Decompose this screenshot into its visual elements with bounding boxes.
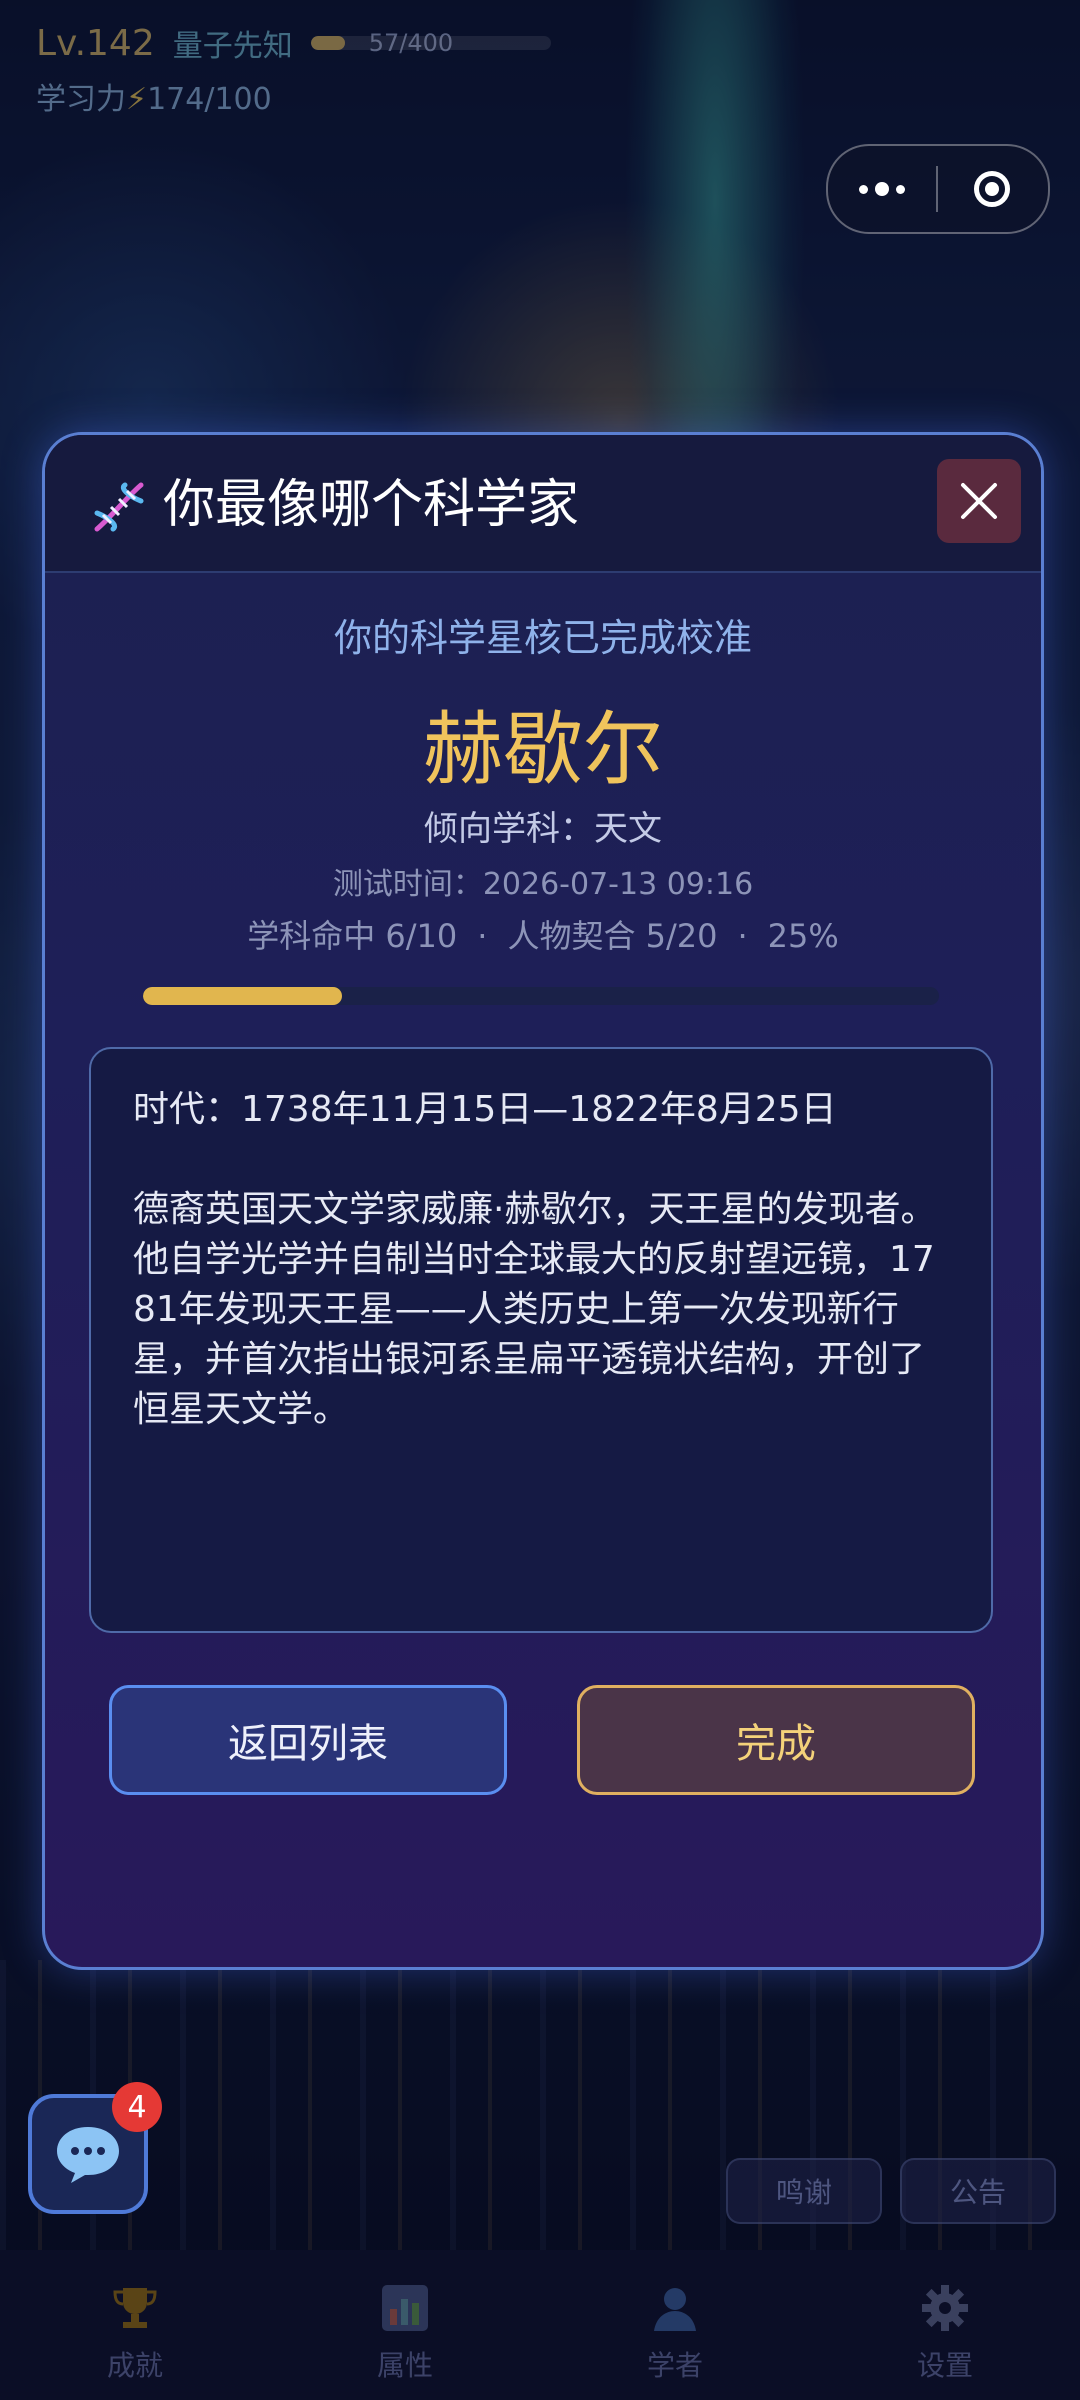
- match-progress-fill: [143, 987, 342, 1005]
- exit-miniprogram-button[interactable]: [938, 146, 1046, 232]
- user-icon: [654, 2288, 696, 2331]
- scientist-result-modal: 你最像哪个科学家 你的科学星核已完成校准 赫歇尔 倾向学科：天文 测试时间：20…: [42, 432, 1044, 1970]
- description-text: 德裔英国天文学家威廉·赫歇尔，天王星的发现者。他自学光学并自制当时全球最大的反射…: [133, 1189, 937, 1430]
- stats-separator: ·: [477, 917, 488, 955]
- test-time: 测试时间：2026-07-13 09:16: [332, 867, 754, 902]
- more-dots-icon-right: [896, 184, 905, 194]
- unread-badge: 4: [112, 2082, 162, 2132]
- match-progress-bar: [143, 987, 939, 1005]
- scientist-description-box: 时代：1738年11月15日—1822年8月25日 德裔英国天文学家威廉·赫歇尔…: [89, 1047, 993, 1633]
- more-menu-button[interactable]: [828, 146, 936, 232]
- match-percent: 25%: [767, 917, 839, 955]
- thanks-button[interactable]: 鸣谢: [726, 2158, 882, 2224]
- tab-label: 属性: [376, 2349, 433, 2382]
- result-subtitle: 你的科学星核已完成校准: [333, 616, 752, 660]
- more-dots-icon: [859, 184, 868, 194]
- stats-separator: ·: [737, 917, 748, 955]
- tab-label: 学者: [646, 2349, 703, 2382]
- subject-hit: 学科命中 6/10: [247, 917, 458, 955]
- chat-bubble-icon: [57, 2127, 119, 2183]
- bar-chart-icon: [382, 2285, 428, 2331]
- study-power-label: 学习力: [36, 82, 126, 117]
- level-label: Lv.142: [36, 22, 155, 64]
- study-power-value: 174/100: [147, 82, 272, 117]
- more-dots-icon-center: [875, 182, 889, 196]
- trophy-icon: [113, 2288, 157, 2328]
- scientist-name: 赫歇尔: [423, 703, 663, 796]
- tab-label: 成就: [106, 2349, 163, 2382]
- target-icon: [974, 171, 1010, 207]
- tab-settings[interactable]: 设置: [810, 2250, 1080, 2400]
- modal-title: 你最像哪个科学家: [163, 475, 580, 535]
- bottom-tab-bar: 成就 属性 学者 设置: [0, 2250, 1080, 2400]
- close-icon: [961, 483, 997, 519]
- person-match: 人物契合 5/20: [507, 917, 718, 955]
- lightning-icon: ⚡: [126, 82, 148, 117]
- done-button[interactable]: 完成: [577, 1685, 975, 1795]
- subject-tendency: 倾向学科：天文: [424, 809, 662, 849]
- notice-button[interactable]: 公告: [900, 2158, 1056, 2224]
- tab-attributes[interactable]: 属性: [270, 2250, 540, 2400]
- xp-bar-fill: [310, 36, 345, 50]
- tab-achievements[interactable]: 成就: [0, 2250, 270, 2400]
- study-power: 学习力⚡174/100: [36, 74, 453, 118]
- match-stats: 学科命中 6/10 · 人物契合 5/20 · 25%: [45, 911, 1041, 957]
- miniprogram-capsule: [826, 144, 1050, 234]
- rank-title: 量子先知: [172, 29, 293, 64]
- player-hud: Lv.142 量子先知 57/400 学习力⚡174/100: [36, 18, 551, 118]
- target-icon-core: [985, 182, 999, 196]
- gear-icon: [922, 2285, 968, 2331]
- xp-bar: [310, 36, 551, 50]
- close-button[interactable]: [937, 459, 1021, 543]
- era-text: 时代：1738年11月15日—1822年8月25日: [133, 1089, 837, 1130]
- tab-label: 设置: [916, 2349, 973, 2382]
- tab-scholars[interactable]: 学者: [540, 2250, 810, 2400]
- back-to-list-button[interactable]: 返回列表: [109, 1685, 507, 1795]
- modal-header: 你最像哪个科学家: [45, 435, 1041, 573]
- dna-icon: [94, 482, 144, 532]
